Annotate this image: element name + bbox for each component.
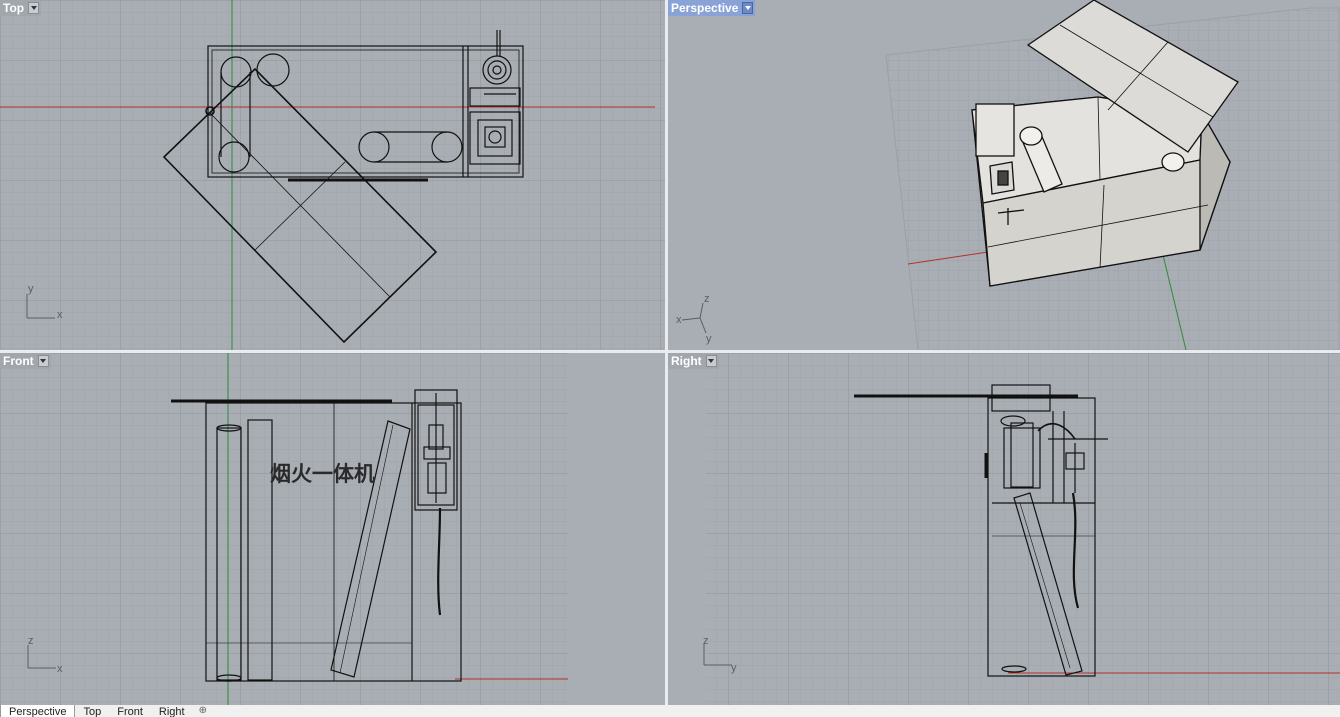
construction-grid [0,353,568,705]
axis-label-x: x [57,663,63,675]
chevron-down-icon [708,359,715,363]
viewport-title-text: Perspective [671,1,739,15]
tab-right[interactable]: Right [151,705,193,717]
tab-top[interactable]: Top [75,705,109,717]
front-view-canvas[interactable]: 烟火一体机 x z [0,353,665,705]
viewport-title-front[interactable]: Front [0,353,51,369]
viewport-title-top[interactable]: Top [0,0,42,16]
viewport-top[interactable]: x y Top [0,0,665,350]
axis-label-y: y [706,333,712,345]
viewport-menu-button[interactable] [705,355,717,367]
viewport-title-right[interactable]: Right [668,353,719,369]
axis-label-y: y [731,662,737,674]
viewport-front[interactable]: 烟火一体机 x z Front [0,353,665,705]
axis-label-x: x [676,314,682,326]
viewport-title-text: Top [3,1,25,15]
viewport-menu-button[interactable] [37,355,49,367]
viewport-menu-button[interactable] [28,2,40,14]
chevron-down-icon [40,359,47,363]
tab-front[interactable]: Front [109,705,151,717]
viewport-title-text: Right [671,354,702,368]
top-view-canvas[interactable]: x y [0,0,665,350]
model-annotation-text: 烟火一体机 [270,462,375,486]
tab-perspective[interactable]: Perspective [0,705,76,717]
construction-grid [0,0,665,350]
axis-label-z: z [704,293,710,305]
viewport-perspective[interactable]: x z y Perspective [668,0,1340,350]
chevron-down-icon [744,6,751,10]
axis-label-x: x [57,309,63,321]
axis-widget-perspective [681,302,707,334]
viewport-tab-bar: Perspective Top Front Right ⊕ [0,705,1340,717]
viewport-title-perspective[interactable]: Perspective [668,0,756,16]
plus-icon[interactable]: ⊕ [193,705,213,717]
viewport-right[interactable]: y z Right [668,353,1340,705]
axis-label-z: z [28,635,34,647]
viewport-title-text: Front [3,354,34,368]
axis-label-z: z [703,635,709,647]
viewport-menu-button[interactable] [742,2,754,14]
axis-label-y: y [28,283,34,295]
right-view-canvas[interactable]: y z [668,353,1340,705]
rhino-app-window: x y Top x z y Perspective 烟火一体机 x z Fron… [0,0,1340,717]
chevron-down-icon [30,6,37,10]
perspective-view-canvas[interactable]: x z y [668,0,1340,350]
